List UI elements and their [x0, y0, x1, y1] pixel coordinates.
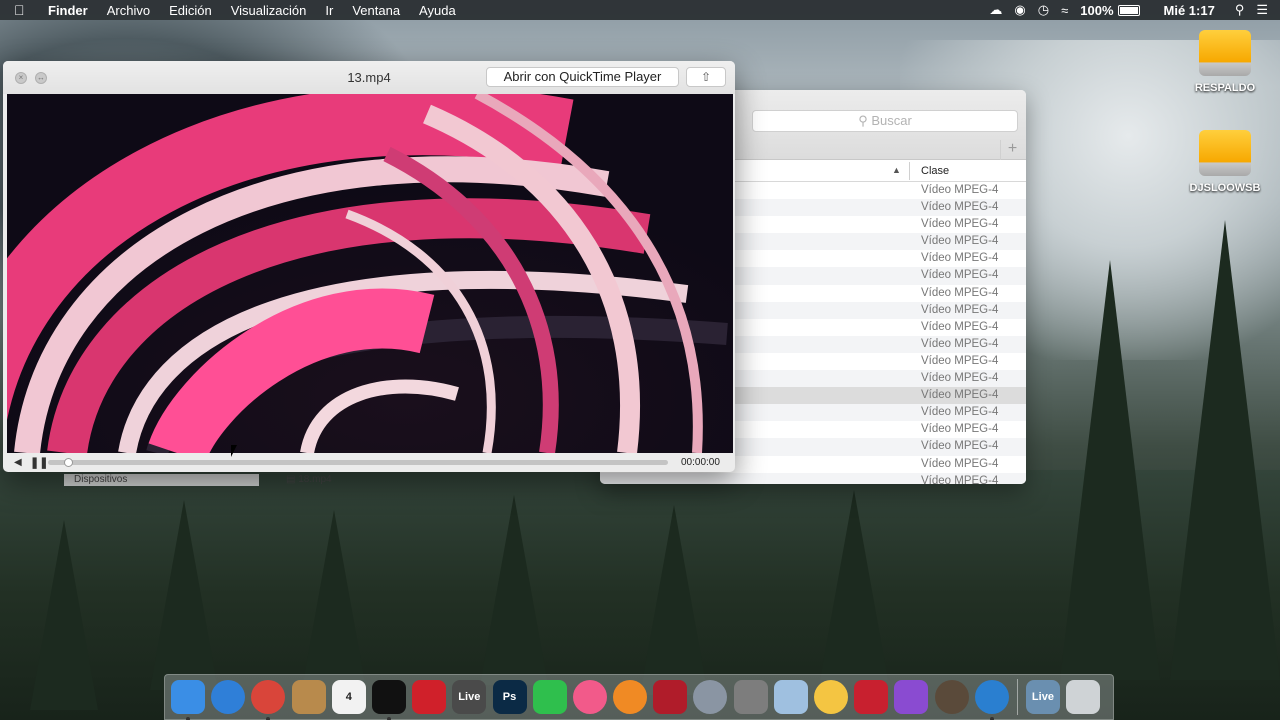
video-abstract-swirl — [7, 94, 733, 453]
record-icon[interactable]: ◉ — [1014, 2, 1025, 18]
tree — [1060, 260, 1160, 680]
dock-trash-icon[interactable] — [1066, 680, 1101, 714]
dock: 4 Live Ps Live — [164, 674, 1114, 720]
dock-game-app-icon[interactable] — [894, 680, 929, 714]
menu-visualizacion[interactable]: Visualización — [231, 3, 307, 18]
external-drive-icon — [1199, 130, 1251, 176]
quicklook-window: × ↔ 13.mp4 Abrir con QuickTime Player ⇧ — [3, 61, 735, 472]
add-tab-button[interactable]: + — [1000, 140, 1024, 160]
search-field[interactable]: ⚲ Buscar — [752, 110, 1018, 132]
dock-launchpad-icon[interactable] — [693, 680, 728, 714]
dock-target-app-icon[interactable] — [412, 680, 447, 714]
disk-label: DJSLOOWSB — [1189, 182, 1261, 194]
desktop-disk-respaldo[interactable]: RESPALDO — [1175, 30, 1275, 94]
clock[interactable]: Mié 1:17 — [1164, 3, 1215, 18]
progress-knob[interactable] — [64, 458, 73, 467]
notification-center-icon[interactable]: ☰ — [1256, 2, 1268, 18]
share-button[interactable]: ⇧ — [686, 67, 726, 87]
playback-controls: ◀ ❚❚ 00:00:00 — [3, 453, 735, 472]
dock-sync-app-icon[interactable] — [974, 680, 1009, 720]
dock-system-preferences-icon[interactable] — [733, 680, 768, 714]
sidebar-section-dispositivos: Dispositivos — [64, 474, 259, 486]
dock-separator — [1016, 679, 1018, 715]
menu-ventana[interactable]: Ventana — [352, 3, 400, 18]
column-header-clase[interactable]: Clase — [921, 165, 949, 177]
dock-icon-label: Live — [458, 691, 481, 703]
desktop-disk-djsloowsb[interactable]: DJSLOOWSB — [1175, 130, 1275, 194]
tree — [480, 495, 548, 685]
dock-calendar-icon[interactable]: 4 — [331, 680, 366, 714]
dock-chrome-icon[interactable] — [251, 680, 286, 720]
battery-icon[interactable] — [1117, 4, 1140, 16]
menu-archivo[interactable]: Archivo — [107, 3, 150, 18]
tree — [820, 490, 888, 680]
column-divider[interactable] — [909, 162, 910, 180]
tree — [30, 520, 98, 710]
external-drive-icon — [1199, 30, 1251, 76]
wifi-icon[interactable]: ≈ — [1061, 3, 1068, 18]
menu-app-name[interactable]: Finder — [48, 3, 88, 18]
time-machine-icon[interactable]: ◷ — [1038, 2, 1049, 18]
dock-safari-icon[interactable] — [211, 680, 246, 714]
dock-filezilla-icon[interactable] — [854, 680, 889, 714]
dock-photos-icon[interactable] — [814, 680, 848, 714]
share-icon: ⇧ — [700, 70, 712, 84]
dock-contacts-icon[interactable] — [291, 680, 326, 714]
dock-photoshop-icon[interactable]: Ps — [492, 680, 527, 714]
quicklook-titlebar[interactable]: × ↔ 13.mp4 Abrir con QuickTime Player ⇧ — [3, 61, 735, 94]
dock-icon-label: 4 — [345, 691, 352, 703]
dock-preview-icon[interactable] — [773, 680, 808, 714]
table-row[interactable]: Vídeo MPEG-4 — [600, 472, 1026, 484]
dock-facetime-icon[interactable] — [532, 680, 567, 714]
video-frame[interactable] — [7, 94, 733, 453]
dock-live-folder-icon[interactable]: Live — [1025, 680, 1060, 714]
mouse-cursor — [231, 445, 237, 457]
tree — [1170, 220, 1280, 680]
playback-time: 00:00:00 — [681, 457, 720, 468]
tree — [300, 510, 368, 700]
volume-icon[interactable]: ◀ — [14, 457, 22, 468]
apple-icon[interactable]:  — [14, 2, 32, 18]
open-with-quicktime-button[interactable]: Abrir con QuickTime Player — [486, 67, 679, 87]
tree — [640, 505, 708, 695]
search-placeholder: Buscar — [871, 113, 912, 128]
dock-icon-label: Ps — [502, 691, 517, 703]
creative-cloud-icon[interactable]: ☁ — [989, 2, 1002, 18]
sort-chevron-up-icon[interactable]: ▲ — [892, 165, 901, 175]
menu-edicion[interactable]: Edición — [169, 3, 212, 18]
battery-percent[interactable]: 100% — [1080, 3, 1113, 18]
pause-button[interactable]: ❚❚ — [30, 456, 48, 469]
spotlight-icon[interactable]: ⚲ — [1235, 2, 1245, 18]
peek-file-label: 18.mp4 — [298, 474, 332, 485]
dock-ibooks-icon[interactable] — [613, 680, 648, 714]
disk-label: RESPALDO — [1194, 82, 1256, 94]
dock-winery-app-icon[interactable] — [653, 680, 688, 714]
dock-icon-label: Live — [1031, 691, 1054, 703]
peek-file-name[interactable]: ▤ 18.mp4 — [286, 474, 332, 485]
dock-finder-icon[interactable] — [171, 680, 205, 720]
menu-ir[interactable]: Ir — [325, 3, 333, 18]
menu-ayuda[interactable]: Ayuda — [419, 3, 456, 18]
dock-live-app-icon[interactable]: Live — [452, 680, 487, 714]
dock-audio-app-icon[interactable] — [371, 680, 406, 720]
menu-bar:  Finder Archivo Edición Visualización I… — [0, 0, 1280, 20]
progress-track[interactable] — [48, 460, 668, 465]
dock-person-app-icon[interactable] — [934, 680, 969, 714]
dock-itunes-icon[interactable] — [572, 680, 607, 714]
search-icon: ⚲ — [858, 113, 872, 128]
tree — [150, 500, 218, 690]
